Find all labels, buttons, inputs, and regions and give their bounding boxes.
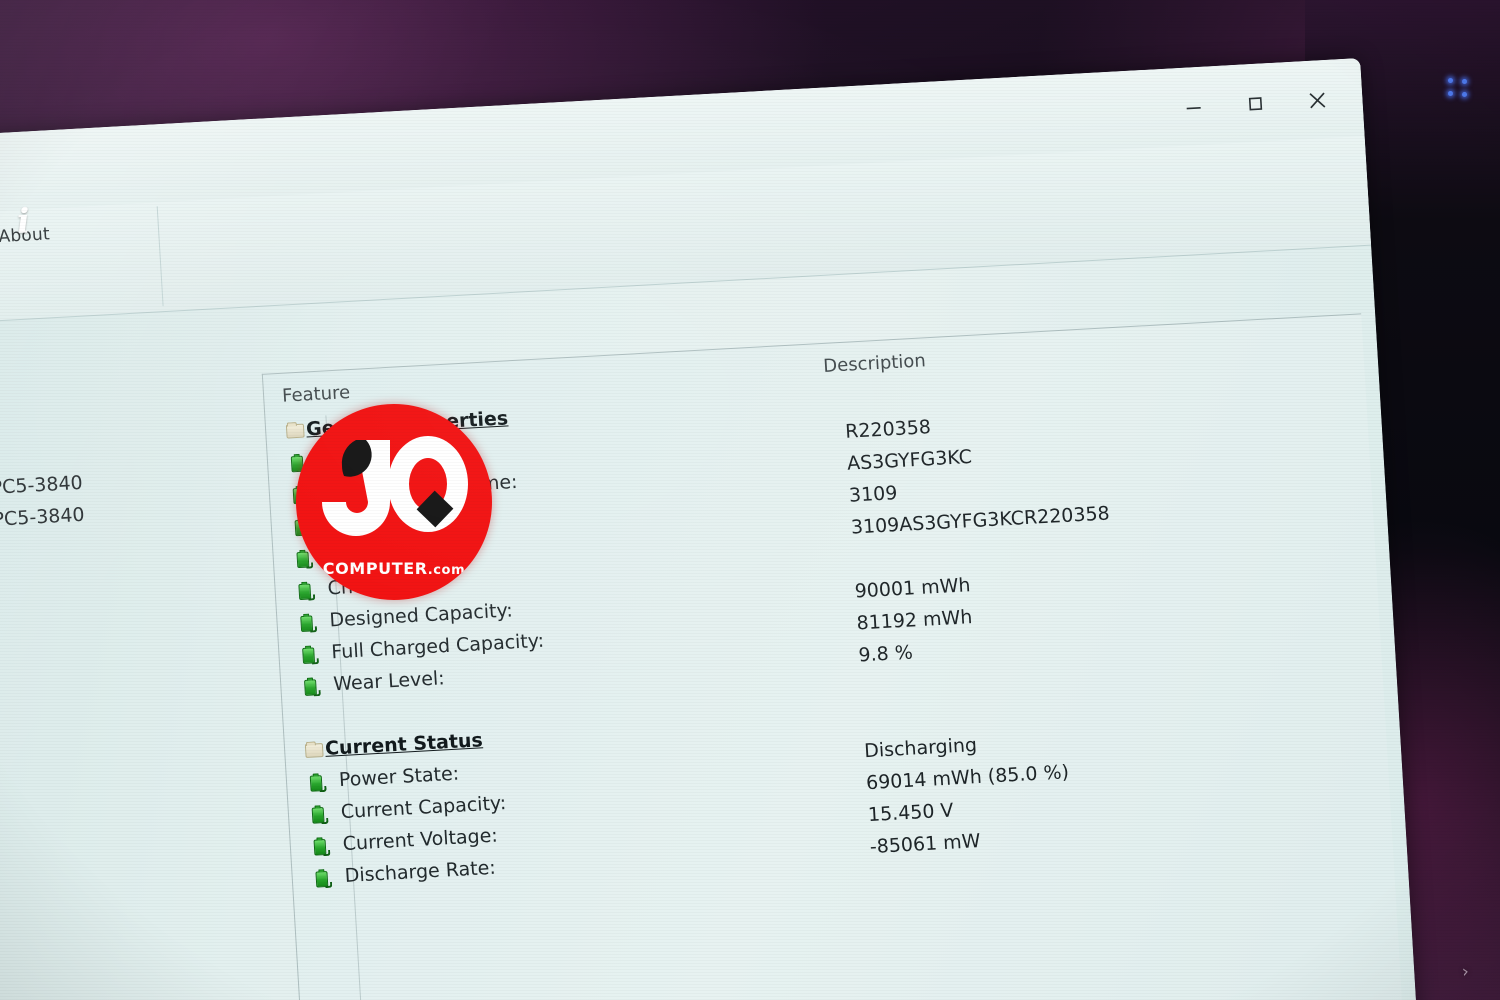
folder-icon	[304, 743, 324, 758]
column-header-feature[interactable]: Feature	[282, 382, 351, 407]
watermark-name: COMPUTER	[322, 559, 428, 578]
watermark-tld: .com	[427, 563, 466, 578]
led-dot	[1462, 92, 1467, 97]
led-dot	[1448, 78, 1453, 83]
row-label: Current Voltage:	[342, 824, 499, 856]
row-value: 69014 mWh (85.0 %)	[865, 761, 1070, 795]
column-header-description[interactable]: Description	[823, 350, 927, 377]
row-label: Discharge Rate:	[344, 856, 497, 887]
application-window-wrapper: ory About hannelA-DIMM0] - 16 GB PC5-384…	[0, 58, 1422, 1000]
row-label: Designed Capacity:	[328, 599, 514, 632]
watermark-jq-mark	[322, 436, 468, 536]
led-dot	[1462, 79, 1467, 84]
maximize-button[interactable]	[1223, 80, 1288, 127]
row-value: 81192 mWh	[855, 606, 973, 635]
toolbar-item-about[interactable]: About	[0, 219, 79, 249]
row-value: 90001 mWh	[854, 574, 972, 603]
application-window: ory About hannelA-DIMM0] - 16 GB PC5-384…	[0, 58, 1422, 1000]
battery-icon	[314, 869, 333, 890]
row-value: 3109	[848, 482, 899, 507]
battery-icon	[303, 677, 322, 698]
status-led-cluster	[1448, 78, 1474, 104]
watermark-logo: COMPUTER.com	[296, 404, 492, 600]
row-label: Wear Level:	[332, 667, 446, 696]
battery-icon	[297, 581, 316, 602]
close-button[interactable]	[1285, 77, 1350, 124]
toolbar-item-label: About	[0, 223, 79, 249]
watermark-text: COMPUTER.com	[296, 559, 492, 578]
row-label: Power State:	[338, 762, 460, 792]
toolbar-separator	[156, 206, 164, 307]
row-label: Current Capacity:	[340, 792, 507, 824]
row-value: Discharging	[863, 734, 978, 763]
row-value: R220358	[844, 416, 932, 443]
row-value: AS3GYFG3KC	[846, 445, 973, 475]
battery-icon	[312, 837, 331, 858]
row-label: Current Status	[324, 729, 484, 760]
row-value: -85061 mW	[869, 830, 982, 859]
led-dot	[1448, 91, 1453, 96]
minimize-button[interactable]	[1161, 84, 1226, 131]
window-controls	[1161, 77, 1349, 131]
battery-icon	[311, 805, 329, 826]
row-value: 15.450 V	[867, 799, 955, 827]
row-label: Full Charged Capacity:	[330, 629, 545, 664]
row-value: 9.8 %	[857, 641, 914, 667]
battery-icon	[309, 773, 327, 794]
tree-item-memory-dimm[interactable]: hannelA-DIMM0] - 16 GB PC5-3840	[0, 504, 85, 544]
battery-icon	[301, 645, 320, 666]
battery-icon	[299, 613, 318, 634]
